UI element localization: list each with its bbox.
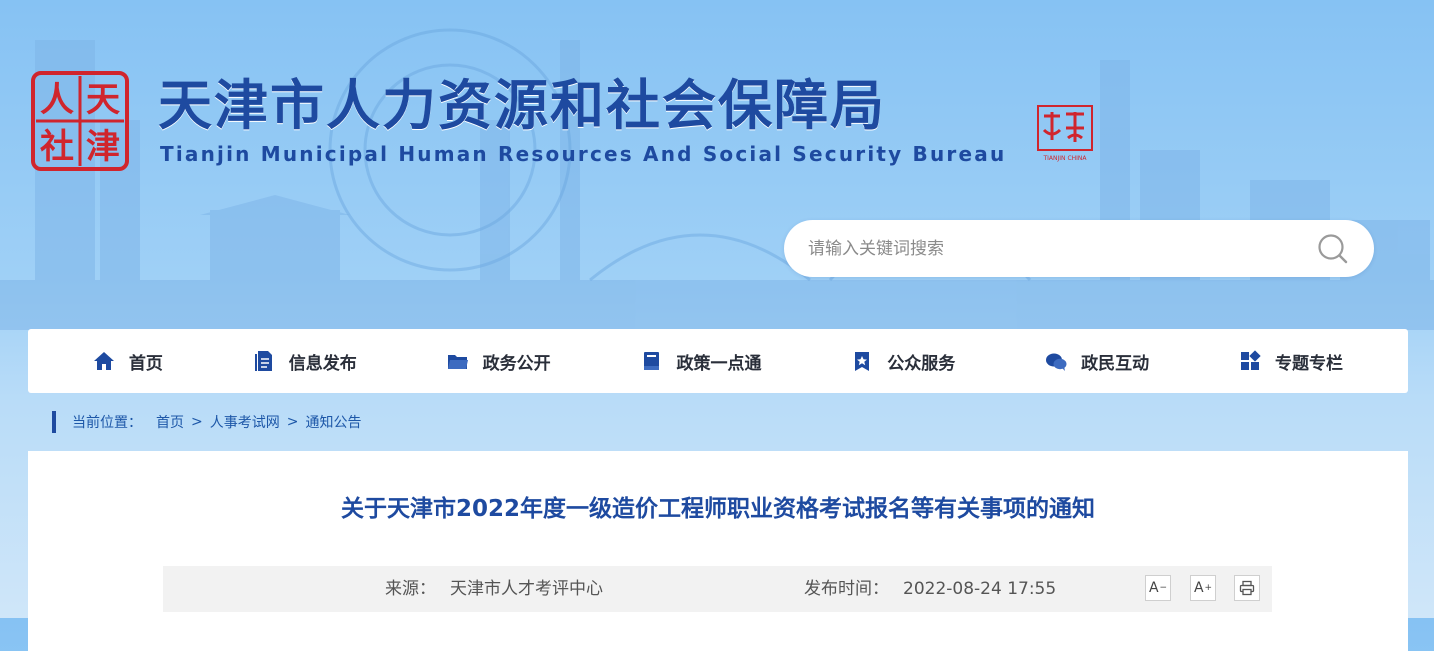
time-label: 发布时间：: [804, 579, 889, 599]
source-value: 天津市人才考评中心: [450, 579, 603, 599]
breadcrumb-marker: [52, 411, 56, 433]
chat-icon: [1046, 353, 1067, 371]
book-icon: [644, 352, 660, 370]
breadcrumb-separator: >: [191, 414, 203, 430]
nav-label: 政策一点通: [676, 353, 762, 374]
print-button[interactable]: [1234, 575, 1260, 601]
seal-caption: TIANJIN CHINA: [1042, 155, 1087, 162]
main-nav: 首页 信息发布 政务公开 政策一点通 公众服务 政民互动 专题专栏: [28, 329, 1408, 393]
nav-item-public-service[interactable]: 公众服务: [851, 329, 955, 393]
nav-item-news[interactable]: 信息发布: [253, 329, 357, 393]
nav-item-home[interactable]: 首页: [93, 329, 163, 393]
nav-item-interaction[interactable]: 政民互动: [1045, 329, 1149, 393]
time-value: 2022-08-24 17:55: [903, 579, 1057, 599]
logo-char-2: 天: [86, 80, 120, 120]
document-icon: [254, 351, 272, 371]
plus-icon: +: [1204, 583, 1213, 593]
article-panel: 关于天津市2022年度一级造价工程师职业资格考试报名等有关事项的通知 来源： 天津…: [28, 451, 1408, 651]
font-increase-label: A: [1193, 580, 1204, 596]
grid-icon: [1240, 350, 1261, 370]
tianjin-seal-icon: TIANJIN CHINA: [1037, 105, 1093, 162]
breadcrumb-exam-link[interactable]: 人事考试网: [210, 412, 280, 432]
minus-icon: −: [1159, 583, 1168, 593]
bookmark-star-icon: [855, 352, 870, 371]
nav-label: 首页: [128, 353, 163, 374]
breadcrumb-separator: >: [286, 414, 299, 430]
nav-item-policy[interactable]: 政策一点通: [640, 329, 761, 393]
nav-item-gov-affairs[interactable]: 政务公开: [447, 329, 551, 393]
logo-char-3: 社: [40, 127, 74, 167]
nav-label: 政民互动: [1081, 353, 1150, 374]
article-source: 来源： 天津市人才考评中心: [385, 566, 603, 612]
search-icon[interactable]: [1316, 232, 1350, 266]
article-meta-bar: 来源： 天津市人才考评中心 发布时间： 2022-08-24 17:55 A − A +: [163, 566, 1272, 612]
search-input[interactable]: [808, 220, 1308, 277]
folder-icon: [447, 355, 468, 369]
article-publish-time: 发布时间： 2022-08-24 17:55: [804, 566, 1056, 612]
font-increase-button[interactable]: A +: [1190, 575, 1216, 601]
nav-label: 专题专栏: [1274, 353, 1343, 374]
font-decrease-button[interactable]: A −: [1145, 575, 1171, 601]
breadcrumb-home-link[interactable]: 首页: [156, 412, 184, 432]
breadcrumb-prefix: 当前位置：: [72, 415, 142, 431]
site-title: 天津市人力资源和社会保障局: [158, 74, 886, 137]
logo-char-1: 人: [40, 80, 74, 120]
breadcrumb: 当前位置： 首页 > 人事考试网 > 通知公告: [52, 410, 361, 434]
home-icon: [93, 352, 114, 370]
logo-char-4: 津: [86, 127, 120, 167]
bureau-logo: 人 天 社 津: [31, 71, 129, 171]
nav-label: 政务公开: [482, 353, 551, 374]
search-box: [784, 220, 1374, 277]
font-decrease-label: A: [1148, 580, 1159, 596]
nav-label: 公众服务: [887, 353, 956, 374]
breadcrumb-notice-link[interactable]: 通知公告: [305, 412, 361, 432]
nav-label: 信息发布: [288, 353, 357, 374]
printer-icon: [1239, 580, 1255, 596]
nav-item-special-topics[interactable]: 专题专栏: [1239, 329, 1343, 393]
source-label: 来源：: [385, 579, 436, 599]
site-title-english: Tianjin Municipal Human Resources And So…: [160, 142, 1007, 166]
article-title: 关于天津市2022年度一级造价工程师职业资格考试报名等有关事项的通知: [340, 496, 1095, 522]
